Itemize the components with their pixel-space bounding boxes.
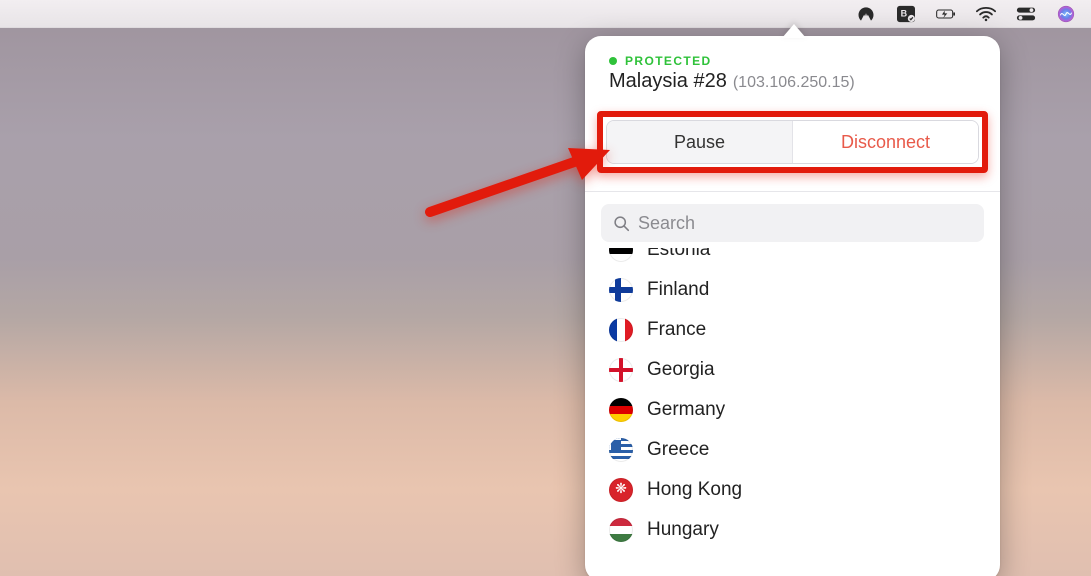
popover-caret xyxy=(782,24,806,38)
desktop-background: B PROTECTED Malaysia #28 (103.106.250.15… xyxy=(0,0,1091,576)
country-label: Hong Kong xyxy=(647,479,742,501)
country-label: Hungary xyxy=(647,519,719,541)
country-list[interactable]: Estonia Finland France Georgia Germany Greece… xyxy=(585,248,1000,576)
annotation-highlight-box: Pause Disconnect xyxy=(597,111,988,173)
wifi-icon[interactable] xyxy=(975,5,997,23)
disconnect-button[interactable]: Disconnect xyxy=(793,121,978,163)
siri-icon[interactable] xyxy=(1055,5,1077,23)
popover-header: PROTECTED Malaysia #28 (103.106.250.15) xyxy=(585,36,1000,103)
vpn-popover: PROTECTED Malaysia #28 (103.106.250.15) … xyxy=(585,36,1000,576)
country-item-estonia[interactable]: Estonia xyxy=(601,248,984,270)
server-ip: (103.106.250.15) xyxy=(733,74,855,92)
nordvpn-icon[interactable] xyxy=(855,5,877,23)
country-item-hungary[interactable]: Hungary xyxy=(601,510,984,550)
flag-hungary-icon xyxy=(609,518,633,542)
server-name: Malaysia #28 xyxy=(609,70,727,93)
search-field[interactable] xyxy=(638,213,972,234)
macos-menubar: B xyxy=(0,0,1091,28)
flag-georgia-icon xyxy=(609,358,633,382)
country-label: Estonia xyxy=(647,248,710,261)
country-item-france[interactable]: France xyxy=(601,310,984,350)
country-item-georgia[interactable]: Georgia xyxy=(601,350,984,390)
control-center-icon[interactable] xyxy=(1015,5,1037,23)
country-item-greece[interactable]: Greece xyxy=(601,430,984,470)
flag-france-icon xyxy=(609,318,633,342)
country-label: Greece xyxy=(647,439,709,461)
search-input[interactable] xyxy=(601,204,984,242)
annotation-arrow-icon xyxy=(420,142,610,222)
flag-greece-icon xyxy=(609,438,633,462)
svg-text:B: B xyxy=(901,8,908,18)
status-dot-icon xyxy=(609,57,617,65)
country-item-finland[interactable]: Finland xyxy=(601,270,984,310)
country-label: Germany xyxy=(647,399,725,421)
country-label: Finland xyxy=(647,279,709,301)
country-label: Georgia xyxy=(647,359,715,381)
status-label: PROTECTED xyxy=(625,54,712,68)
country-label: France xyxy=(647,319,706,341)
flag-hongkong-icon xyxy=(609,478,633,502)
app-badge-icon[interactable]: B xyxy=(895,5,917,23)
flag-estonia-icon xyxy=(609,248,633,262)
country-item-germany[interactable]: Germany xyxy=(601,390,984,430)
country-item-hongkong[interactable]: Hong Kong xyxy=(601,470,984,510)
battery-charging-icon[interactable] xyxy=(935,5,957,23)
pause-button[interactable]: Pause xyxy=(607,121,793,163)
flag-finland-icon xyxy=(609,278,633,302)
flag-germany-icon xyxy=(609,398,633,422)
search-icon xyxy=(613,215,630,232)
